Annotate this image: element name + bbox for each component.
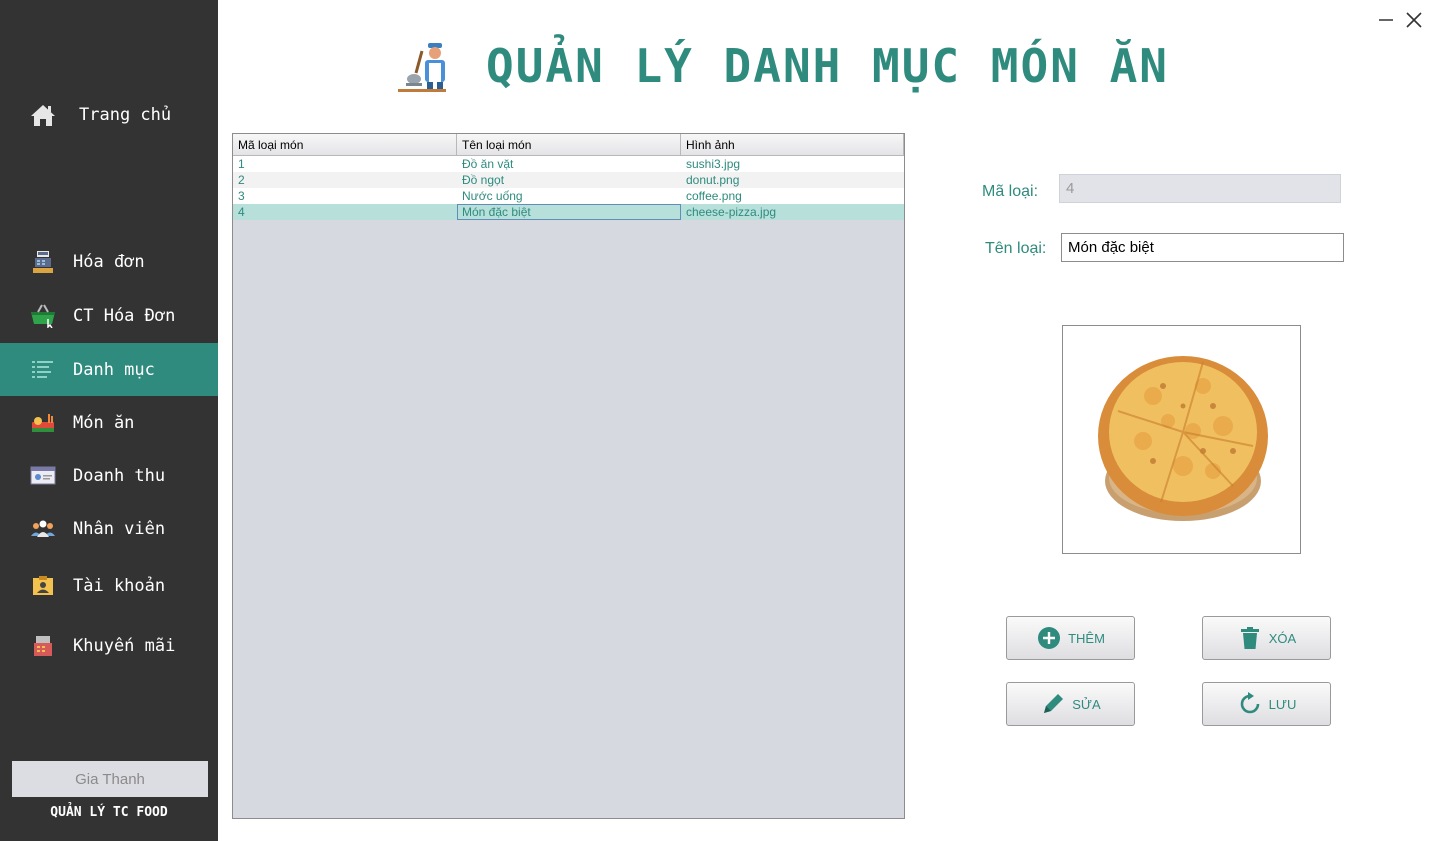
cell-hinh-anh: donut.png xyxy=(686,173,740,187)
cell-ma-loai: 3 xyxy=(238,189,245,203)
sidebar-item-home[interactable]: Trang chủ xyxy=(0,89,218,141)
table-row[interactable]: 1 Đồ ăn vặt sushi3.jpg xyxy=(233,156,904,172)
chef-icon xyxy=(394,39,448,93)
cash-register-icon xyxy=(30,249,56,275)
sidebar-item-ct-hoa-don[interactable]: CT Hóa Đơn xyxy=(0,290,218,342)
sidebar-item-label: Nhân viên xyxy=(73,519,166,539)
cell-hinh-anh: cheese-pizza.jpg xyxy=(686,205,777,219)
table-row-selected[interactable]: 4 Món đặc biệt cheese-pizza.jpg xyxy=(233,204,904,220)
add-circle-icon xyxy=(1036,625,1062,651)
table-row[interactable]: 2 Đồ ngọt donut.png xyxy=(233,172,904,188)
user-name-box[interactable]: Gia Thanh xyxy=(12,761,208,797)
sidebar-item-mon-an[interactable]: Món ăn xyxy=(0,397,218,449)
cell-ten-loai: Nước uống xyxy=(462,189,523,203)
home-icon xyxy=(30,102,56,128)
them-label: THÊM xyxy=(1068,630,1105,646)
luu-label: LƯU xyxy=(1268,696,1297,712)
sidebar-item-nhan-vien[interactable]: Nhân viên xyxy=(0,503,218,555)
cell-ten-loai: Món đặc biệt xyxy=(457,204,681,220)
sidebar-item-label: Tài khoản xyxy=(73,576,166,596)
sidebar-item-label: Hóa đơn xyxy=(73,252,145,272)
account-card-icon xyxy=(30,573,56,599)
page-title: QUẢN LÝ DANH MỤC MÓN ĂN xyxy=(486,39,1169,93)
category-image[interactable] xyxy=(1062,325,1301,554)
ma-loai-label: Mã loại: xyxy=(982,183,1039,200)
staff-icon xyxy=(30,516,56,542)
column-header-ten-loai[interactable]: Tên loại món xyxy=(457,134,681,156)
sidebar-item-khuyen-mai[interactable]: Khuyến mãi xyxy=(0,620,218,672)
cell-ma-loai: 1 xyxy=(238,157,245,171)
luu-button[interactable]: LƯU xyxy=(1202,682,1331,726)
sidebar-item-label: Doanh thu xyxy=(73,466,166,486)
cell-ten-loai: Đồ ăn vặt xyxy=(462,157,514,171)
refresh-icon xyxy=(1237,691,1263,717)
column-header-ma-loai[interactable]: Mã loại món xyxy=(233,134,457,156)
cell-ma-loai: 2 xyxy=(238,173,245,187)
xoa-label: XÓA xyxy=(1268,630,1297,646)
cell-hinh-anh: coffee.png xyxy=(686,189,742,203)
close-icon[interactable] xyxy=(1405,11,1423,29)
sua-button[interactable]: SỬA xyxy=(1006,682,1135,726)
sidebar-item-doanh-thu[interactable]: Doanh thu xyxy=(0,450,218,502)
sidebar-item-label: Danh mục xyxy=(73,359,155,380)
sidebar-item-label: Trang chủ xyxy=(79,105,172,125)
sidebar: Trang chủ Hóa đơn CT Hóa Đơn Danh mục Mó… xyxy=(0,0,218,841)
sidebar-item-label: CT Hóa Đơn xyxy=(73,306,176,326)
ten-loai-field[interactable]: Món đặc biệt xyxy=(1061,233,1344,262)
list-icon xyxy=(30,357,56,383)
sidebar-item-label: Món ăn xyxy=(73,413,135,433)
category-table[interactable]: Mã loại món Tên loại món Hình ảnh 1 Đồ ă… xyxy=(232,133,905,819)
table-row[interactable]: 3 Nước uống coffee.png xyxy=(233,188,904,204)
column-header-hinh-anh[interactable]: Hình ảnh xyxy=(681,134,904,156)
minimize-icon[interactable] xyxy=(1378,12,1394,28)
basket-icon xyxy=(30,303,56,329)
revenue-board-icon xyxy=(30,463,56,489)
xoa-button[interactable]: XÓA xyxy=(1202,616,1331,660)
food-icon xyxy=(30,410,56,436)
them-button[interactable]: THÊM xyxy=(1006,616,1135,660)
pencil-icon xyxy=(1040,691,1066,717)
sidebar-item-tai-khoan[interactable]: Tài khoản xyxy=(0,560,218,612)
sidebar-item-label: Khuyến mãi xyxy=(73,636,176,656)
ten-loai-label: Tên loại: xyxy=(985,240,1047,257)
cell-hinh-anh: sushi3.jpg xyxy=(686,157,741,171)
cell-ma-loai: 4 xyxy=(238,205,245,219)
table-header: Mã loại món Tên loại món Hình ảnh xyxy=(233,134,904,156)
sidebar-item-danh-muc[interactable]: Danh mục xyxy=(0,343,218,396)
app-name: QUẢN LÝ TC FOOD xyxy=(50,805,168,820)
ma-loai-field: 4 xyxy=(1059,174,1341,203)
trash-icon xyxy=(1237,625,1263,651)
page-header: QUẢN LÝ DANH MỤC MÓN ĂN xyxy=(394,36,1169,96)
sidebar-item-hoa-don[interactable]: Hóa đơn xyxy=(0,236,218,288)
sua-label: SỬA xyxy=(1072,696,1101,712)
cell-ten-loai: Đồ ngọt xyxy=(462,173,505,187)
promotion-icon xyxy=(30,633,56,659)
pizza-image xyxy=(1098,356,1268,521)
